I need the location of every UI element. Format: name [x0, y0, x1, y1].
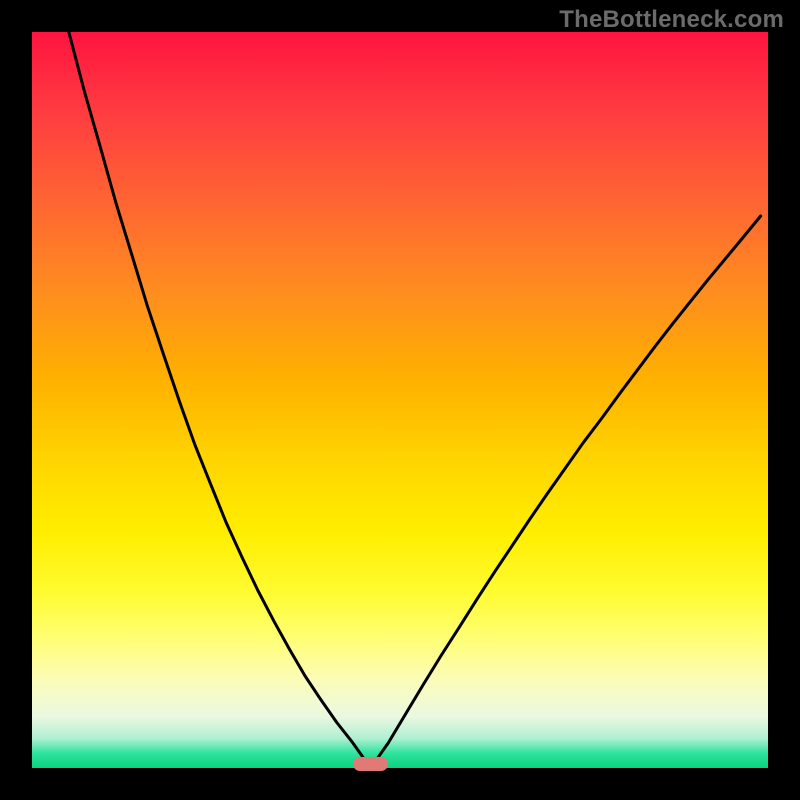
bottleneck-curve — [32, 32, 768, 768]
watermark-text: TheBottleneck.com — [559, 6, 784, 34]
chart-stage: TheBottleneck.com — [0, 0, 800, 800]
plot-area — [32, 32, 768, 768]
min-marker — [353, 757, 388, 771]
